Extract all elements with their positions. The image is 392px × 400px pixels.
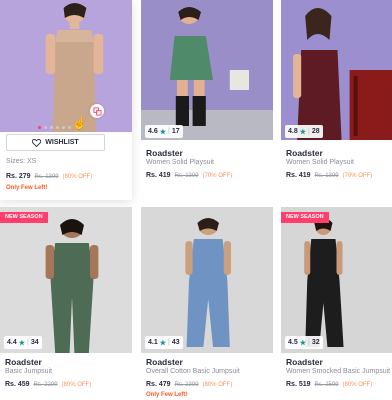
rating-value: 4.4 bbox=[7, 339, 17, 346]
mrp: Rs. 2299 bbox=[33, 382, 58, 388]
product-card[interactable]: 4.1 ★ | 43 Roadster Overall Cotton Basic… bbox=[141, 0, 273, 400]
separator: | bbox=[27, 339, 29, 346]
price-row: Rs. 459 Rs. 2299 (80% OFF) bbox=[5, 381, 91, 388]
product-description: Women Smocked Basic Jumpsuit bbox=[286, 368, 391, 375]
discount: (80% OFF) bbox=[61, 382, 92, 388]
separator: | bbox=[308, 339, 310, 346]
product-image[interactable] bbox=[281, 207, 392, 353]
product-description: Overall Cotton Basic Jumpsuit bbox=[146, 368, 240, 375]
product-card[interactable]: NEW SEASON 4.4 ★ | 34 Roadster Basic Jum… bbox=[0, 0, 132, 400]
product-image[interactable] bbox=[141, 207, 273, 353]
star-icon: ★ bbox=[299, 339, 307, 347]
mrp: Rs. 2399 bbox=[174, 382, 199, 388]
price-row: Rs. 479 Rs. 2399 (80% OFF) bbox=[146, 381, 232, 388]
new-season-badge: NEW SEASON bbox=[281, 212, 329, 223]
product-grid: ☝ WISHLIST Sizes: XS Rs. 279 Rs. 1399 (8… bbox=[0, 0, 392, 400]
price-row: Rs. 519 Rs. 2599 (80% OFF) bbox=[286, 381, 372, 388]
discount: (80% OFF) bbox=[342, 382, 373, 388]
rating-value: 4.5 bbox=[288, 339, 298, 346]
product-image[interactable] bbox=[0, 207, 132, 353]
rating-count: 34 bbox=[30, 339, 39, 346]
brand-name: Roadster bbox=[146, 357, 183, 367]
price: Rs. 479 bbox=[146, 381, 171, 388]
rating-badge: 4.5 ★ | 32 bbox=[285, 336, 323, 349]
price: Rs. 459 bbox=[5, 381, 30, 388]
rating-count: 43 bbox=[171, 339, 180, 346]
brand-name: Roadster bbox=[286, 357, 323, 367]
rating-value: 4.1 bbox=[148, 339, 158, 346]
product-card[interactable]: NEW SEASON 4.5 ★ | 32 Roadster Women Smo… bbox=[281, 0, 392, 400]
few-left-note: Only Few Left! bbox=[146, 392, 188, 398]
separator: | bbox=[168, 339, 170, 346]
product-description: Basic Jumpsuit bbox=[5, 368, 53, 375]
brand-name: Roadster bbox=[5, 357, 42, 367]
discount: (80% OFF) bbox=[202, 382, 233, 388]
mrp: Rs. 2599 bbox=[314, 382, 339, 388]
rating-badge: 4.4 ★ | 34 bbox=[4, 336, 42, 349]
price: Rs. 519 bbox=[286, 381, 311, 388]
rating-badge: 4.1 ★ | 43 bbox=[145, 336, 183, 349]
star-icon: ★ bbox=[159, 339, 167, 347]
star-icon: ★ bbox=[18, 339, 26, 347]
rating-count: 32 bbox=[311, 339, 320, 346]
new-season-badge: NEW SEASON bbox=[0, 212, 48, 223]
